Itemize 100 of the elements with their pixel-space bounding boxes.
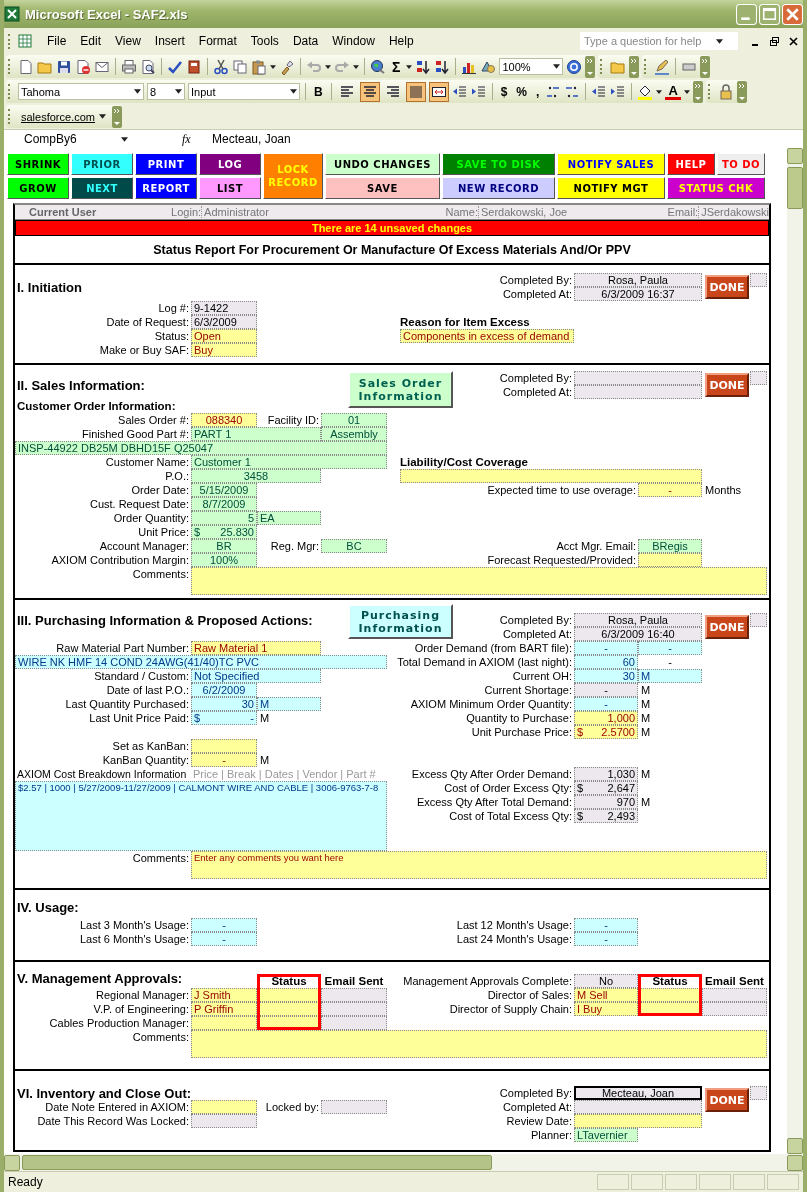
vertical-scrollbar[interactable]: [787, 148, 803, 1154]
caret-icon[interactable]: [683, 89, 690, 94]
caret-icon[interactable]: [656, 89, 663, 94]
style-dropdown[interactable]: Input: [188, 83, 300, 100]
comma-button[interactable]: ,: [533, 84, 543, 99]
macro-button[interactable]: UNDO CHANGES: [325, 153, 440, 175]
toolbar-grip[interactable]: [8, 109, 13, 124]
menu-item[interactable]: File: [41, 32, 73, 50]
percent-button[interactable]: %: [513, 84, 531, 99]
caret-icon[interactable]: [290, 89, 297, 94]
macro-button[interactable]: NEXT: [71, 177, 133, 199]
toolbar-options-icon[interactable]: [112, 105, 122, 128]
toolbar-grip[interactable]: [707, 84, 713, 99]
restore-button[interactable]: [769, 35, 780, 47]
caret-icon[interactable]: [134, 89, 141, 94]
done-button[interactable]: DONE: [705, 1088, 749, 1112]
function-button[interactable]: fx: [182, 131, 212, 147]
macro-button[interactable]: SHRINK: [7, 153, 69, 175]
macro-button[interactable]: NOTIFY MGT: [557, 177, 665, 199]
worksheet-icon[interactable]: [17, 33, 33, 49]
formula-field[interactable]: Mecteau, Joan: [212, 132, 291, 146]
menu-item[interactable]: Tools: [244, 32, 285, 50]
currency-button[interactable]: $: [497, 84, 511, 99]
font-dropdown[interactable]: Tahoma: [18, 83, 144, 100]
help-search-field[interactable]: Type a question for help: [580, 32, 738, 50]
caret-icon[interactable]: [553, 64, 561, 69]
new-document-icon[interactable]: [18, 58, 34, 75]
scroll-left-button[interactable]: [4, 1154, 20, 1171]
scroll-thumb[interactable]: [22, 1155, 492, 1170]
toolbar-options-icon[interactable]: [736, 80, 747, 103]
print-icon[interactable]: [121, 58, 137, 75]
scroll-right-button[interactable]: [787, 1154, 803, 1171]
close-button[interactable]: [788, 35, 799, 47]
globe-icon[interactable]: [370, 58, 386, 75]
caret-icon[interactable]: [99, 114, 106, 119]
caret-icon[interactable]: [270, 64, 276, 69]
sort-ascending-icon[interactable]: [415, 58, 432, 75]
increase-indent-icon[interactable]: [610, 83, 627, 100]
menu-item[interactable]: View: [109, 32, 147, 50]
indent-icon[interactable]: [470, 83, 487, 100]
copy-icon[interactable]: [232, 58, 248, 75]
paint-bucket-icon[interactable]: [637, 83, 654, 100]
done-button[interactable]: DONE: [705, 373, 749, 397]
help-icon[interactable]: [566, 58, 583, 75]
toolbar-grip[interactable]: [8, 33, 13, 49]
macro-button[interactable]: NEW RECORD: [442, 177, 555, 199]
macro-button[interactable]: SAVE TO DISK: [442, 153, 555, 175]
toolbar-options-icon[interactable]: [629, 55, 640, 78]
decrease-indent-icon[interactable]: [591, 83, 608, 100]
macro-button[interactable]: STATUS CHK: [667, 177, 765, 199]
toolbar-grip[interactable]: [8, 84, 13, 99]
font-color-button[interactable]: A: [665, 83, 681, 100]
save-icon[interactable]: [56, 58, 72, 75]
scroll-thumb[interactable]: [787, 167, 803, 209]
form-button[interactable]: Purchasing Information: [348, 604, 453, 639]
menu-item[interactable]: Format: [192, 32, 243, 50]
macro-button[interactable]: LIST: [199, 177, 261, 199]
spreadsheet-icon[interactable]: [4, 6, 20, 22]
macro-button[interactable]: LOG: [199, 153, 261, 175]
done-button[interactable]: DONE: [705, 615, 749, 639]
form-cell: [702, 1002, 767, 1016]
macro-button[interactable]: REPORT: [135, 177, 197, 199]
toolbar-grip[interactable]: [8, 59, 13, 74]
permission-icon[interactable]: [75, 58, 91, 75]
caret-icon[interactable]: [353, 64, 359, 69]
done-button[interactable]: DONE: [705, 275, 749, 299]
caret-icon[interactable]: [406, 64, 413, 69]
macro-button[interactable]: SAVE: [325, 177, 440, 199]
menu-item[interactable]: Edit: [74, 32, 108, 50]
horizontal-scrollbar[interactable]: [4, 1154, 803, 1171]
salesforce-menu[interactable]: salesforce.com: [18, 110, 109, 123]
caret-icon[interactable]: [716, 38, 723, 44]
toolbar-options-icon[interactable]: [700, 55, 711, 78]
form-button[interactable]: Sales Order Information: [348, 371, 453, 408]
macro-button[interactable]: PRINT: [135, 153, 197, 175]
clipboard-icon[interactable]: [251, 58, 267, 75]
caret-icon[interactable]: [175, 89, 182, 94]
caret-icon[interactable]: [325, 64, 331, 69]
macro-button[interactable]: NOTIFY SALES: [557, 153, 665, 175]
zoom-dropdown[interactable]: 100%: [499, 58, 564, 75]
sort-descending-icon[interactable]: [434, 58, 451, 75]
scissors-icon[interactable]: [213, 58, 229, 75]
name-box[interactable]: CompBy6: [4, 132, 132, 146]
menu-item[interactable]: Data: [286, 32, 325, 50]
outdent-icon[interactable]: [451, 83, 468, 100]
sum-button[interactable]: Σ: [389, 58, 404, 75]
bold-button[interactable]: B: [311, 84, 326, 99]
macro-button[interactable]: PRIOR: [71, 153, 133, 175]
macro-button[interactable]: GROW: [7, 177, 69, 199]
lock-icon[interactable]: [717, 83, 734, 100]
print-preview-icon[interactable]: [140, 58, 156, 75]
macro-button[interactable]: HELP: [667, 153, 715, 175]
menu-item[interactable]: Window: [326, 32, 381, 50]
brush-icon[interactable]: [279, 58, 295, 75]
caret-icon[interactable]: [121, 136, 128, 142]
menu-item[interactable]: Insert: [148, 32, 191, 50]
pen-icon[interactable]: [654, 58, 671, 75]
menu-item[interactable]: Help: [382, 32, 420, 50]
book-icon[interactable]: [186, 58, 202, 75]
size-dropdown[interactable]: 8: [147, 83, 185, 100]
